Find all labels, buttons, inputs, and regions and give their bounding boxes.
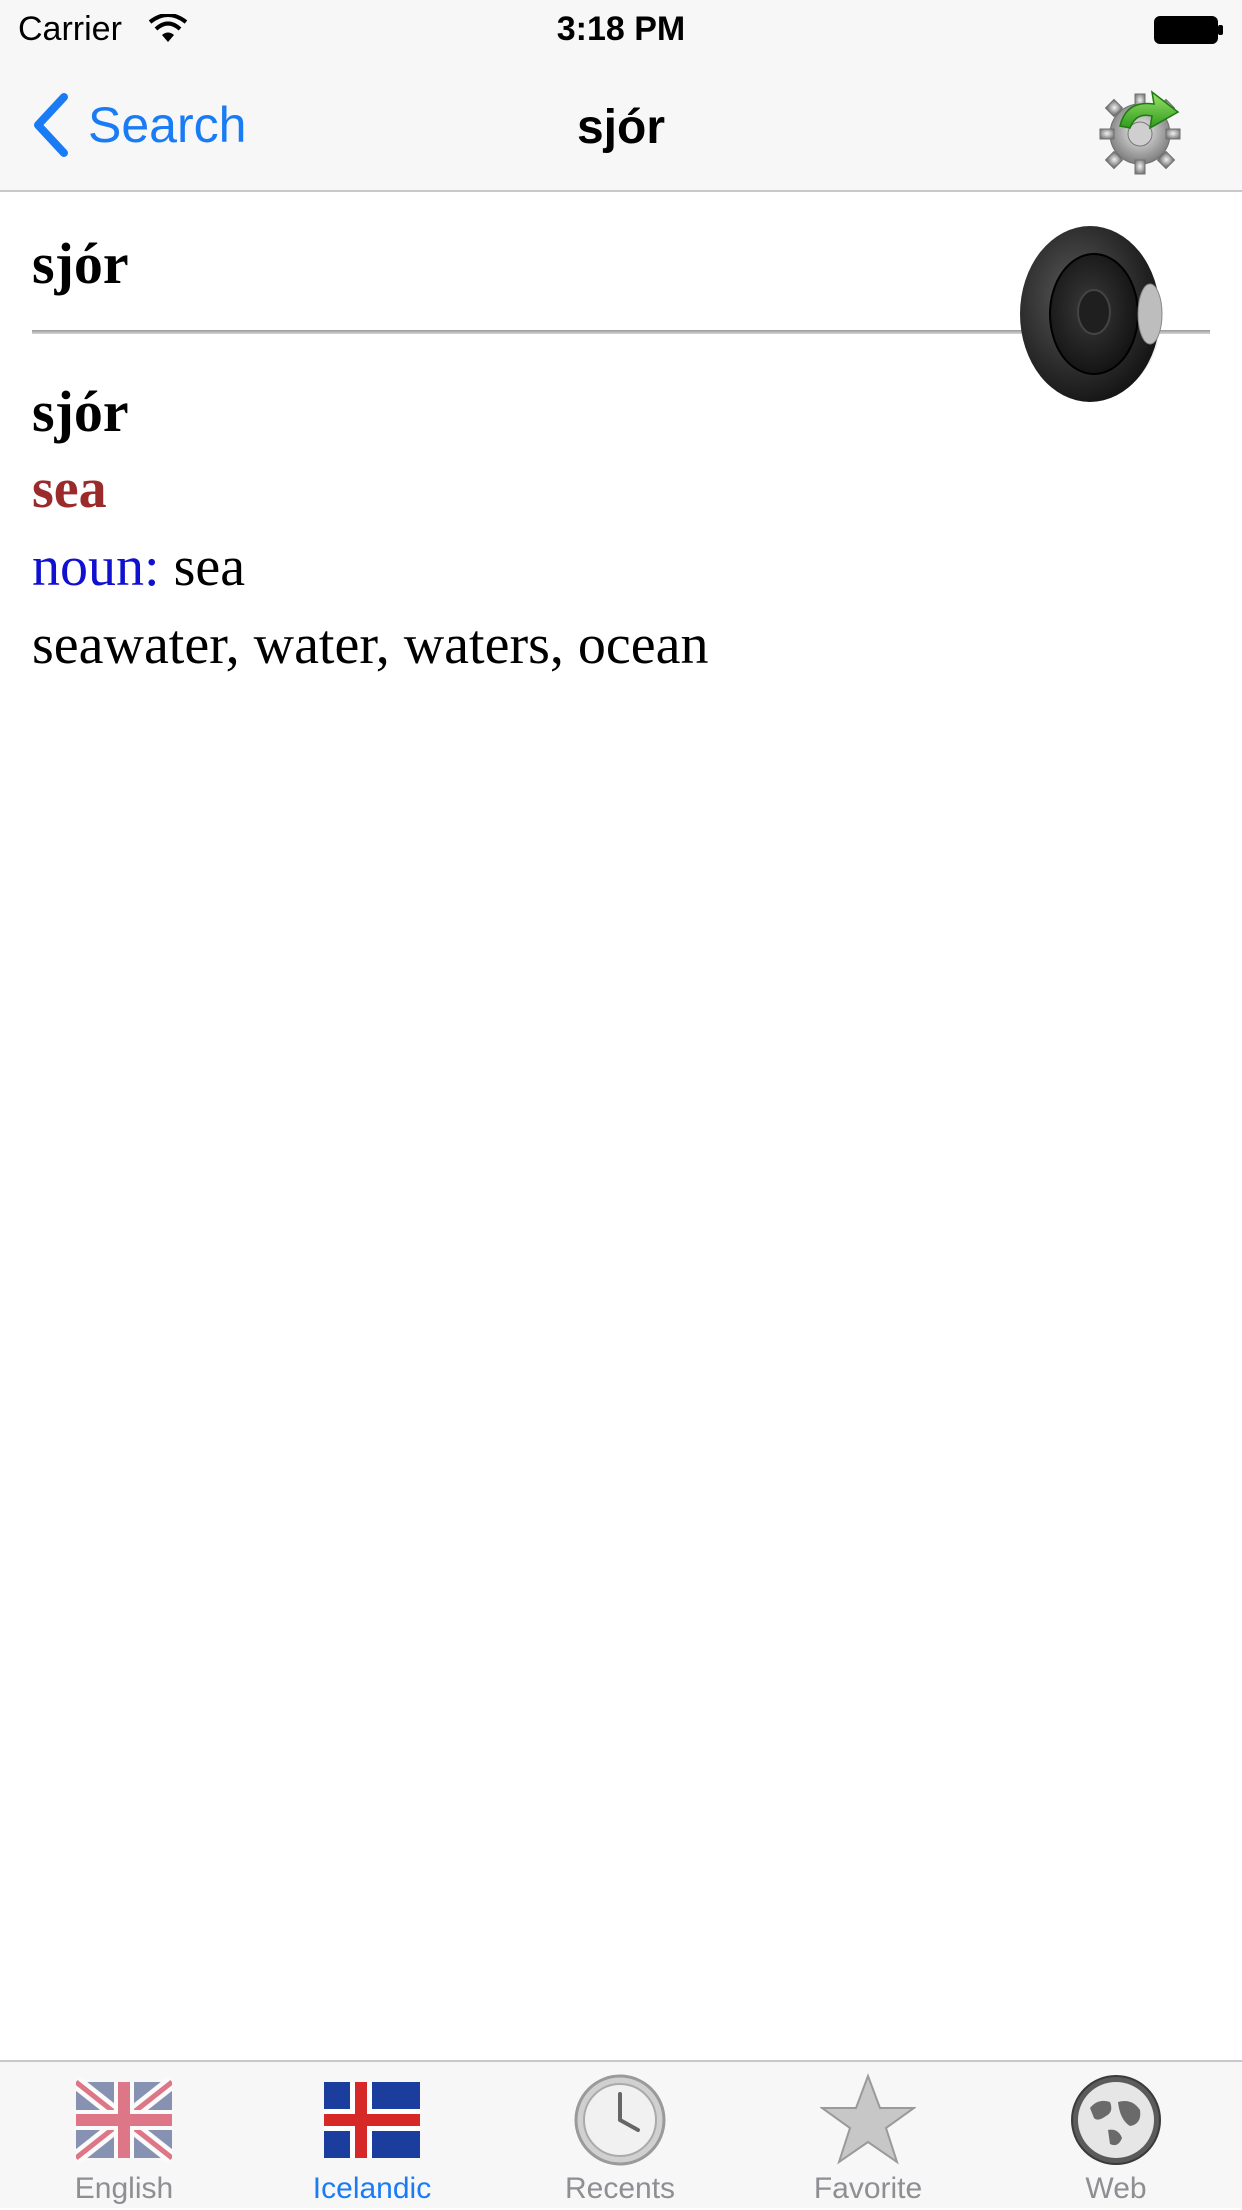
entry-synonyms: seawater, water, waters, ocean (32, 614, 709, 676)
globe-icon (1071, 2075, 1161, 2165)
tab-web[interactable]: Web (992, 2062, 1240, 2210)
headword-heading: sjór (32, 231, 129, 296)
tab-recents[interactable]: Recents (496, 2062, 744, 2210)
tab-favorite[interactable]: Favorite (744, 2062, 992, 2210)
status-bar: Carrier 3:18 PM (0, 0, 1242, 60)
page-title: sjór (576, 101, 666, 154)
speaker-icon[interactable] (1010, 222, 1180, 412)
navigation-bar: Search sjór (0, 60, 1242, 192)
tab-label: Recents (564, 2172, 676, 2205)
battery-icon (1154, 16, 1223, 44)
tab-label: Favorite (813, 2172, 923, 2205)
tab-label: English (74, 2172, 174, 2205)
refresh-gear-icon[interactable] (1090, 78, 1190, 178)
tab-bar: English Icelandic Recents Favorite Web (0, 2060, 1242, 2208)
entry-word: sjór (32, 379, 129, 444)
status-time: 3:18 PM (556, 10, 686, 48)
tab-label: Web (1085, 2172, 1147, 2205)
part-of-speech-label: noun: (32, 536, 160, 598)
entry-part-of-speech: noun: sea (32, 528, 708, 606)
dictionary-entry: sjór sea noun: sea seawater, water, wate… (32, 374, 708, 684)
clock-icon (574, 2074, 666, 2166)
star-icon (820, 2073, 916, 2165)
tab-label: Icelandic (312, 2172, 432, 2205)
definition-content: sjór sjór sea noun: sea seawater, water,… (0, 194, 1242, 2060)
tab-icelandic[interactable]: Icelandic (248, 2062, 496, 2210)
part-of-speech-value: sea (159, 536, 246, 598)
iceland-flag-icon (324, 2082, 420, 2158)
uk-flag-icon (76, 2076, 172, 2164)
tab-english[interactable]: English (0, 2062, 248, 2210)
entry-translation: sea (32, 458, 107, 520)
